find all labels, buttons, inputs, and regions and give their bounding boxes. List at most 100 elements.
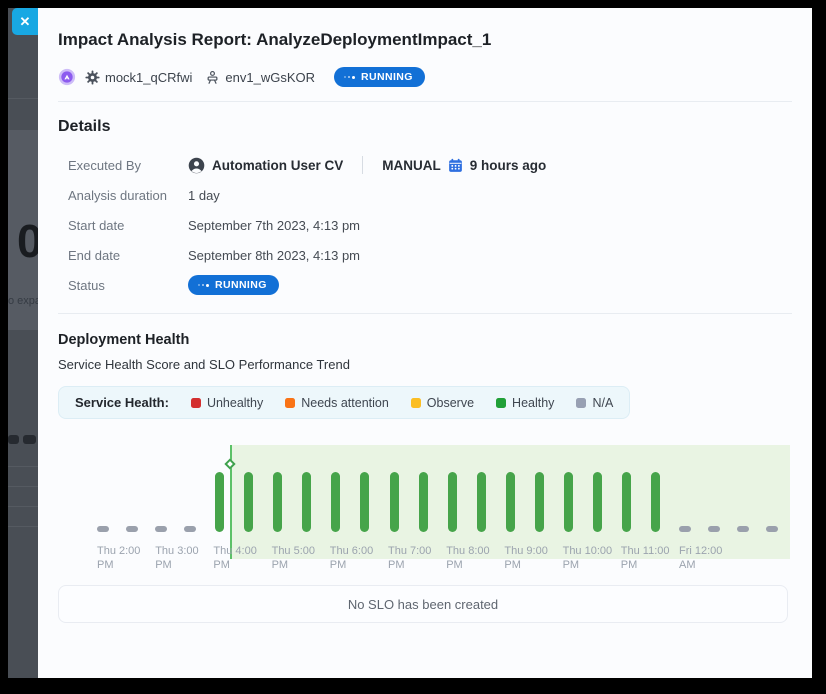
background-row-divider bbox=[8, 466, 38, 467]
legend-label: Healthy bbox=[512, 396, 554, 410]
detail-row-executed-by: Executed By Automation User CV MANUAL bbox=[58, 150, 792, 180]
x-axis-tick-label: Thu 8:00PM bbox=[446, 544, 489, 573]
legend-item: Needs attention bbox=[285, 396, 389, 410]
details-heading: Details bbox=[58, 118, 792, 136]
service-health-legend: Service Health: UnhealthyNeeds attention… bbox=[58, 386, 630, 419]
health-bar-na[interactable] bbox=[737, 526, 749, 532]
legend-swatch-icon bbox=[496, 398, 506, 408]
health-bar-healthy[interactable] bbox=[564, 472, 573, 532]
detail-value-status: RUNNING bbox=[188, 275, 279, 295]
legend-swatch-icon bbox=[411, 398, 421, 408]
executed-time: 9 hours ago bbox=[470, 158, 547, 173]
deployment-health-heading: Deployment Health bbox=[58, 332, 792, 348]
detail-row-analysis-duration: Analysis duration 1 day bbox=[58, 180, 792, 210]
detail-value: 1 day bbox=[188, 188, 220, 203]
health-bar-healthy[interactable] bbox=[302, 472, 311, 532]
background-row-divider bbox=[8, 486, 38, 487]
trigger-type: MANUAL bbox=[382, 158, 441, 173]
environment-id: env1_wGsKOR bbox=[225, 70, 315, 85]
x-axis-tick-label: Thu 11:00PM bbox=[621, 544, 670, 573]
service-meta: mock1_qCRfwi bbox=[85, 70, 192, 85]
health-bar-na[interactable] bbox=[155, 526, 167, 532]
health-bar-healthy[interactable] bbox=[535, 472, 544, 532]
status-badge-label: RUNNING bbox=[215, 279, 267, 291]
legend-swatch-icon bbox=[191, 398, 201, 408]
legend-item: Unhealthy bbox=[191, 396, 263, 410]
legend-label: Needs attention bbox=[301, 396, 389, 410]
health-chart: Thu 2:00PMThu 3:00PMThu 4:00PMThu 5:00PM… bbox=[60, 432, 790, 577]
background-button bbox=[23, 435, 36, 444]
health-bar-healthy[interactable] bbox=[419, 472, 428, 532]
detail-value: September 7th 2023, 4:13 pm bbox=[188, 218, 360, 233]
environment-icon bbox=[205, 70, 220, 85]
detail-value: September 8th 2023, 4:13 pm bbox=[188, 248, 360, 263]
x-axis-tick-label: Thu 10:00PM bbox=[563, 544, 613, 573]
close-drawer-button[interactable]: ✕ bbox=[12, 8, 38, 35]
health-bar-healthy[interactable] bbox=[331, 472, 340, 532]
detail-value-executed-by: Automation User CV MANUAL bbox=[188, 156, 546, 174]
detail-row-status: Status RUNNING bbox=[58, 270, 792, 300]
chart-subtitle: Service Health Score and SLO Performance… bbox=[58, 357, 792, 372]
deployment-health-section: Deployment Health Service Health Score a… bbox=[38, 314, 812, 623]
health-bar-na[interactable] bbox=[708, 526, 720, 532]
detail-label: Status bbox=[68, 278, 188, 293]
health-bar-healthy[interactable] bbox=[273, 472, 282, 532]
health-bar-healthy[interactable] bbox=[506, 472, 515, 532]
status-badge: RUNNING bbox=[334, 67, 425, 87]
report-meta-row: mock1_qCRfwi env1_wGsKOR RUNNING bbox=[58, 67, 792, 87]
legend-item: Observe bbox=[411, 396, 474, 410]
service-id: mock1_qCRfwi bbox=[105, 70, 192, 85]
x-axis-tick-label: Fri 12:00AM bbox=[679, 544, 722, 573]
background-metric-number: 0 bbox=[17, 214, 38, 268]
legend-swatch-icon bbox=[285, 398, 295, 408]
calendar-icon bbox=[448, 158, 463, 173]
health-bar-healthy[interactable] bbox=[622, 472, 631, 532]
health-bar-na[interactable] bbox=[679, 526, 691, 532]
health-bar-na[interactable] bbox=[126, 526, 138, 532]
loading-dots-icon bbox=[344, 76, 355, 79]
background-row-divider bbox=[8, 506, 38, 507]
gear-icon bbox=[85, 70, 100, 85]
report-header: Impact Analysis Report: AnalyzeDeploymen… bbox=[38, 8, 812, 101]
legend-label: N/A bbox=[592, 396, 613, 410]
user-avatar-icon bbox=[188, 157, 205, 174]
legend-label: Unhealthy bbox=[207, 396, 263, 410]
health-bar-na[interactable] bbox=[97, 526, 109, 532]
background-button bbox=[8, 435, 19, 444]
health-bar-healthy[interactable] bbox=[651, 472, 660, 532]
monitored-service-icon bbox=[58, 68, 76, 86]
legend-label: Observe bbox=[427, 396, 474, 410]
legend-item: N/A bbox=[576, 396, 613, 410]
health-bar-healthy[interactable] bbox=[593, 472, 602, 532]
health-bar-healthy[interactable] bbox=[477, 472, 486, 532]
x-axis-tick-label: Thu 2:00PM bbox=[97, 544, 140, 573]
status-badge: RUNNING bbox=[188, 275, 279, 295]
background-page-overlay: 0 o expa bbox=[8, 8, 38, 678]
x-axis-tick-label: Thu 6:00PM bbox=[330, 544, 373, 573]
legend-swatch-icon bbox=[576, 398, 586, 408]
vertical-divider bbox=[362, 156, 363, 174]
background-row-divider bbox=[8, 526, 38, 527]
health-bar-healthy[interactable] bbox=[215, 472, 224, 532]
x-axis-tick-label: Thu 5:00PM bbox=[272, 544, 315, 573]
legend-item: Healthy bbox=[496, 396, 554, 410]
executed-by-user: Automation User CV bbox=[212, 158, 343, 173]
slo-empty-message: No SLO has been created bbox=[348, 597, 498, 612]
detail-label: Start date bbox=[68, 218, 188, 233]
impact-analysis-report-drawer: Impact Analysis Report: AnalyzeDeploymen… bbox=[38, 8, 812, 678]
details-section: Details Executed By Automation User CV M… bbox=[38, 102, 812, 313]
health-bar-healthy[interactable] bbox=[390, 472, 399, 532]
detail-label: Analysis duration bbox=[68, 188, 188, 203]
x-axis-tick-label: Thu 9:00PM bbox=[504, 544, 547, 573]
status-badge-label: RUNNING bbox=[361, 71, 413, 83]
health-bar-healthy[interactable] bbox=[360, 472, 369, 532]
close-icon: ✕ bbox=[20, 14, 31, 30]
slo-empty-state: No SLO has been created bbox=[58, 585, 788, 623]
health-bar-na[interactable] bbox=[184, 526, 196, 532]
health-bar-healthy[interactable] bbox=[244, 472, 253, 532]
health-bar-healthy[interactable] bbox=[448, 472, 457, 532]
detail-label: Executed By bbox=[68, 158, 188, 173]
health-bar-na[interactable] bbox=[766, 526, 778, 532]
detail-row-start-date: Start date September 7th 2023, 4:13 pm bbox=[58, 210, 792, 240]
loading-dots-icon bbox=[198, 284, 209, 287]
